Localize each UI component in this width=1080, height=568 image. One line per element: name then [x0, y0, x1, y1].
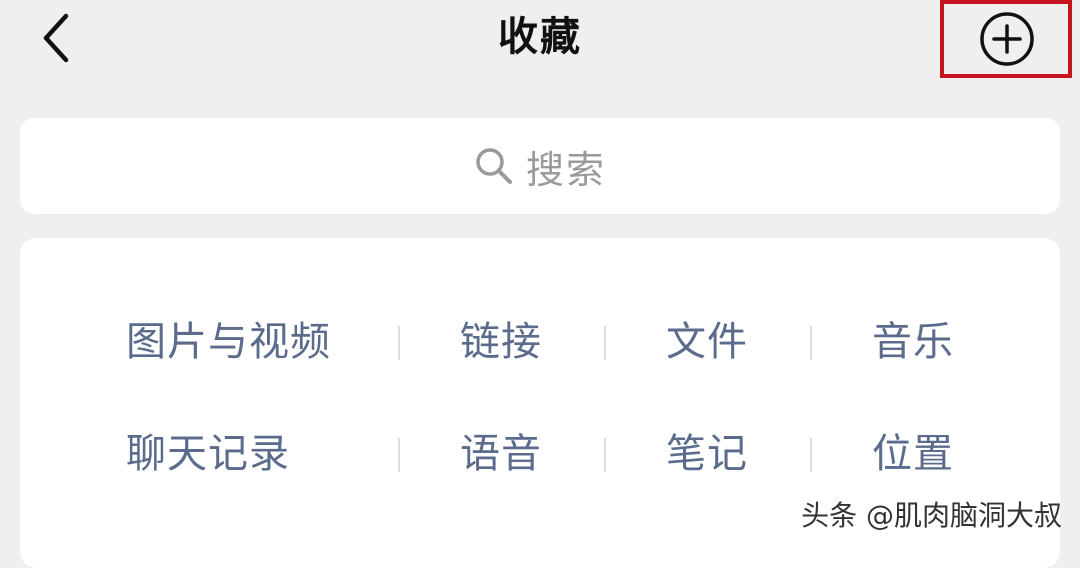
top-bar: 收藏 [0, 0, 1080, 84]
divider [398, 438, 400, 472]
search-icon [476, 148, 512, 184]
divider [810, 326, 812, 360]
plus-circle-icon [980, 12, 1034, 66]
page-title: 收藏 [498, 14, 582, 60]
category-row: 图片与视频 链接 文件 音乐 [20, 312, 1060, 372]
search-input[interactable]: 搜索 [20, 118, 1060, 214]
divider [604, 438, 606, 472]
divider [810, 438, 812, 472]
category-music[interactable]: 音乐 [872, 312, 954, 372]
divider [398, 326, 400, 360]
add-button[interactable] [978, 10, 1036, 68]
category-links[interactable]: 链接 [460, 312, 542, 372]
category-images-videos[interactable]: 图片与视频 [126, 312, 331, 372]
divider [604, 326, 606, 360]
watermark: 头条 @肌肉脑洞大叔 [801, 499, 1062, 532]
category-voice[interactable]: 语音 [460, 424, 542, 484]
category-row: 聊天记录 语音 笔记 位置 [20, 424, 1060, 484]
category-notes[interactable]: 笔记 [666, 424, 748, 484]
category-files[interactable]: 文件 [666, 312, 748, 372]
category-chat-history[interactable]: 聊天记录 [126, 424, 290, 484]
search-placeholder: 搜索 [525, 147, 606, 192]
category-location[interactable]: 位置 [872, 424, 954, 484]
